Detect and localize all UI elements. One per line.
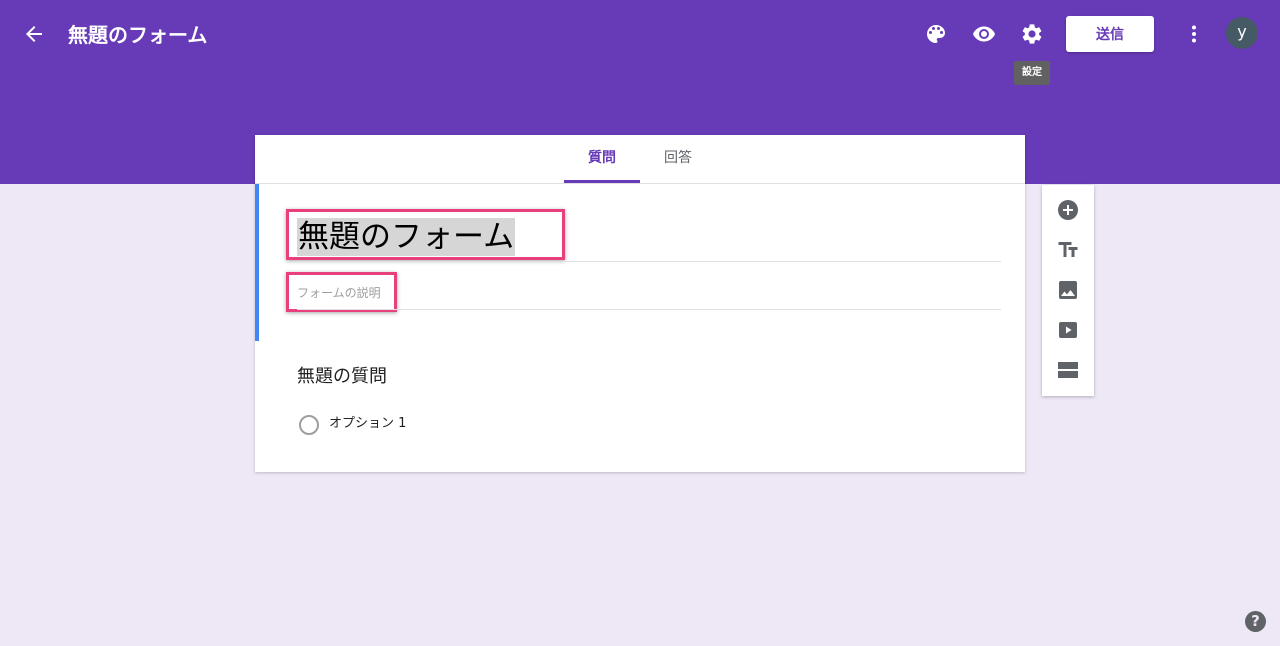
eye-icon[interactable] bbox=[972, 22, 996, 46]
form-card: 質問 回答 無題のフォーム フォームの説明 無題の質問 オプション 1 bbox=[255, 135, 1025, 472]
palette-icon[interactable] bbox=[924, 22, 948, 46]
tab-questions[interactable]: 質問 bbox=[564, 135, 640, 183]
video-icon[interactable] bbox=[1056, 318, 1080, 342]
question-title[interactable]: 無題の質問 bbox=[297, 364, 387, 390]
tab-bar: 質問 回答 bbox=[255, 135, 1025, 184]
form-description-input[interactable]: フォームの説明 bbox=[297, 285, 381, 301]
add-question-icon[interactable] bbox=[1056, 198, 1080, 222]
send-button[interactable]: 送信 bbox=[1066, 16, 1154, 52]
avatar[interactable]: y bbox=[1226, 17, 1258, 49]
arrow-back-icon[interactable] bbox=[22, 22, 46, 46]
form-title-input[interactable]: 無題のフォーム bbox=[297, 218, 516, 256]
option-radio[interactable] bbox=[299, 415, 319, 435]
side-toolbar bbox=[1042, 185, 1094, 396]
image-icon[interactable] bbox=[1056, 278, 1080, 302]
tab-indicator bbox=[564, 180, 640, 183]
option-label[interactable]: オプション 1 bbox=[329, 415, 406, 433]
more-vert-icon[interactable] bbox=[1182, 22, 1206, 46]
gear-icon[interactable] bbox=[1020, 22, 1044, 46]
app-title[interactable]: 無題のフォーム bbox=[68, 22, 207, 48]
help-icon[interactable]: ? bbox=[1245, 611, 1266, 632]
tab-responses[interactable]: 回答 bbox=[640, 135, 716, 183]
description-underline bbox=[297, 309, 1001, 310]
title-text-icon[interactable] bbox=[1056, 238, 1080, 262]
title-underline bbox=[297, 261, 1001, 262]
section-icon[interactable] bbox=[1056, 358, 1080, 382]
focus-indicator bbox=[255, 184, 259, 341]
settings-tooltip: 設定 bbox=[1014, 61, 1050, 85]
